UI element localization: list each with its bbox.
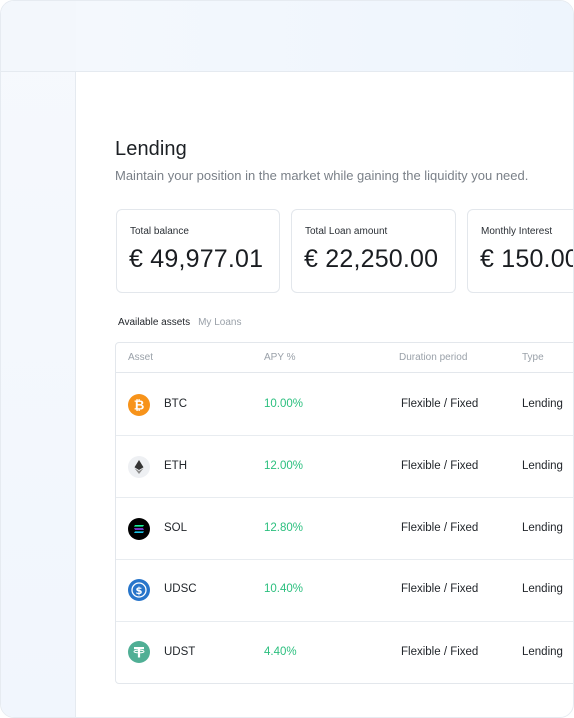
duration-value: Flexible / Fixed <box>401 398 479 410</box>
svg-text:$: $ <box>136 586 143 597</box>
asset-symbol: SOL <box>164 522 188 534</box>
table-row[interactable]: ETH 12.00% Flexible / Fixed Lending <box>116 436 573 498</box>
card-value: € 22,250.00 <box>304 245 439 273</box>
apy-value: 10.00% <box>264 398 304 410</box>
tab-my-loans[interactable]: My Loans <box>198 317 241 328</box>
usdc-icon: $ <box>128 579 150 601</box>
type-value: Lending <box>522 646 563 658</box>
duration-value: Flexible / Fixed <box>401 522 479 534</box>
asset-symbol: BTC <box>164 398 187 410</box>
card-label: Monthly Interest <box>481 226 553 237</box>
ethereum-icon <box>128 456 150 478</box>
top-bar <box>76 1 573 72</box>
apy-value: 10.40% <box>264 583 304 595</box>
page-subtitle: Maintain your position in the market whi… <box>115 168 529 183</box>
table-row[interactable]: SOL 12.80% Flexible / Fixed Lending <box>116 498 573 560</box>
duration-value: Flexible / Fixed <box>401 460 479 472</box>
card-value: € 150.00 <box>480 245 574 273</box>
sidebar-header <box>1 1 76 72</box>
table-row[interactable]: UDST 4.40% Flexible / Fixed Lending <box>116 622 573 684</box>
card-label: Total Loan amount <box>305 226 388 237</box>
monthly-interest-card: Monthly Interest € 150.00 <box>467 209 574 293</box>
table-header: Asset APY % Duration period Type <box>116 343 573 373</box>
type-value: Lending <box>522 583 563 595</box>
asset-symbol: ETH <box>164 460 187 472</box>
table-row[interactable]: ₿ BTC 10.00% Flexible / Fixed Lending <box>116 374 573 436</box>
column-header-duration: Duration period <box>399 352 468 363</box>
apy-value: 4.40% <box>264 646 297 658</box>
column-header-type: Type <box>522 352 544 363</box>
type-value: Lending <box>522 460 563 472</box>
asset-symbol: UDSC <box>164 583 197 595</box>
tether-icon <box>128 641 150 663</box>
duration-value: Flexible / Fixed <box>401 646 479 658</box>
bitcoin-icon: ₿ <box>128 394 150 416</box>
total-loan-card: Total Loan amount € 22,250.00 <box>291 209 456 293</box>
duration-value: Flexible / Fixed <box>401 583 479 595</box>
page-title: Lending <box>115 138 187 160</box>
asset-tabs: Available assets My Loans <box>118 317 241 328</box>
asset-symbol: UDST <box>164 646 196 658</box>
sidebar <box>1 1 76 717</box>
column-header-apy: APY % <box>264 352 296 363</box>
column-header-asset: Asset <box>128 352 154 363</box>
type-value: Lending <box>522 522 563 534</box>
assets-table: Asset APY % Duration period Type ₿ BTC 1… <box>115 342 573 684</box>
card-value: € 49,977.01 <box>129 245 264 273</box>
card-label: Total balance <box>130 226 189 237</box>
app-window: Lending Maintain your position in the ma… <box>0 0 574 718</box>
apy-value: 12.00% <box>264 460 304 472</box>
table-row[interactable]: $ UDSC 10.40% Flexible / Fixed Lending <box>116 560 573 622</box>
svg-text:₿: ₿ <box>134 399 145 414</box>
type-value: Lending <box>522 398 563 410</box>
total-balance-card: Total balance € 49,977.01 <box>116 209 280 293</box>
solana-icon <box>128 518 150 540</box>
tab-available-assets[interactable]: Available assets <box>118 317 190 328</box>
apy-value: 12.80% <box>264 522 304 534</box>
